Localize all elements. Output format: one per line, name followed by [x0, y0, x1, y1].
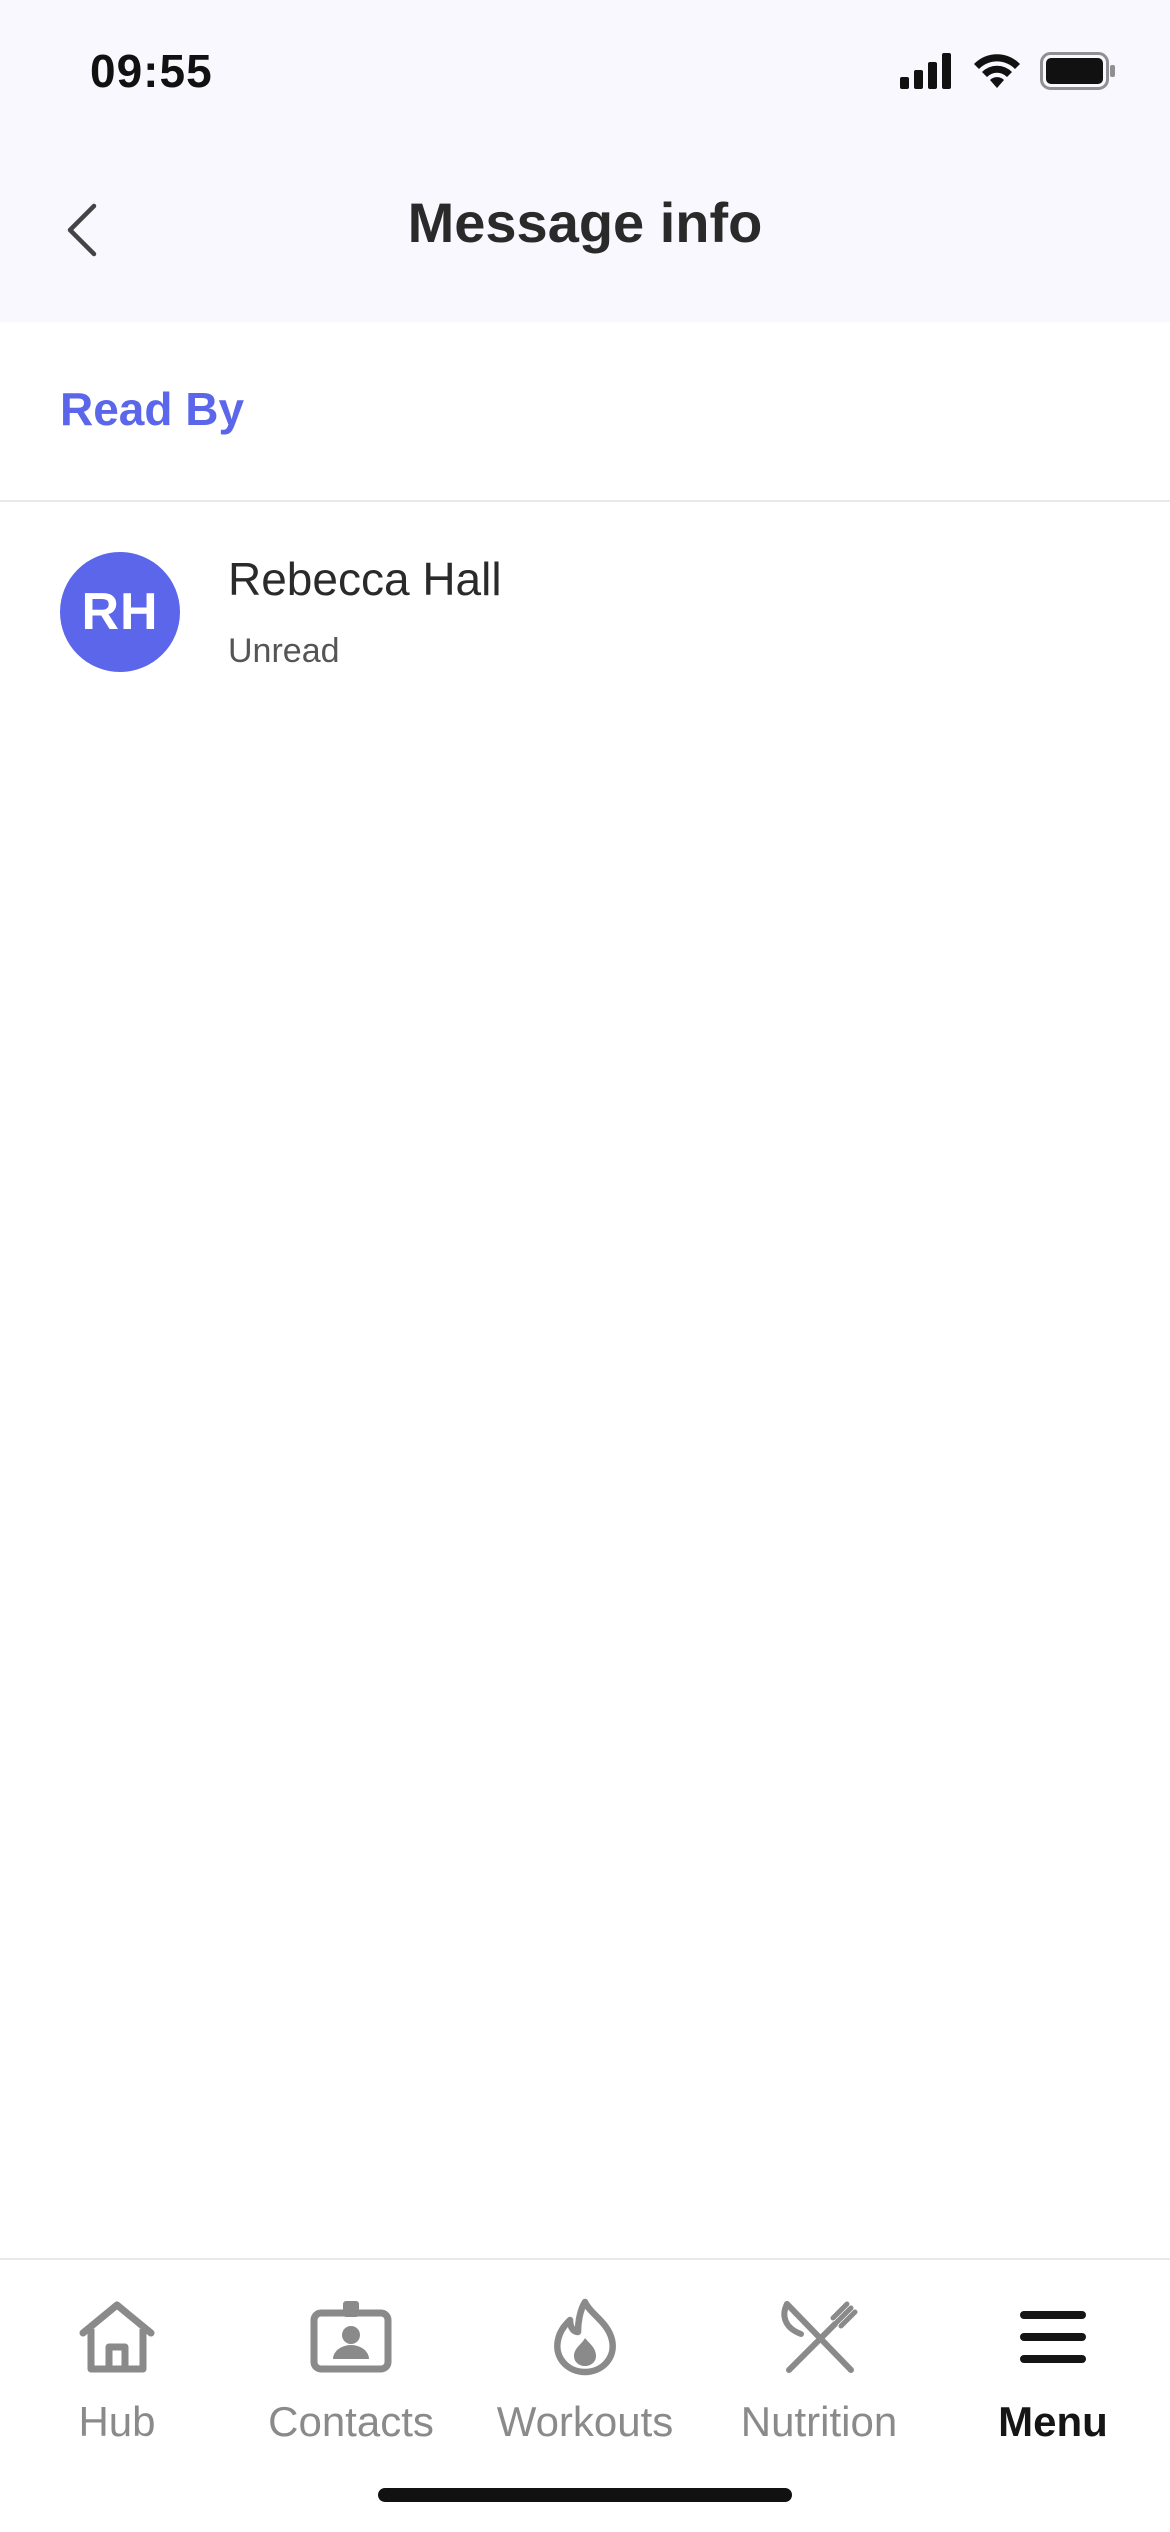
- section-divider: [0, 500, 1170, 502]
- hamburger-menu-icon: [1008, 2292, 1098, 2382]
- reader-status: Unread: [228, 632, 340, 670]
- section-title-read-by: Read By: [60, 383, 245, 435]
- nav-item-hub[interactable]: Hub: [0, 2292, 234, 2446]
- wifi-icon: [972, 52, 1022, 95]
- nav-item-menu[interactable]: Menu: [936, 2292, 1170, 2446]
- fork-knife-icon: [774, 2292, 864, 2382]
- page-title: Message info: [407, 191, 763, 254]
- flame-icon: [540, 2292, 630, 2382]
- battery-icon: [1040, 52, 1116, 95]
- nav-label-menu: Menu: [998, 2398, 1108, 2445]
- nav-item-contacts[interactable]: Contacts: [234, 2292, 468, 2446]
- nav-item-nutrition[interactable]: Nutrition: [702, 2292, 936, 2446]
- contact-card-icon: [306, 2292, 396, 2382]
- home-indicator: [378, 2488, 792, 2502]
- nav-label-hub: Hub: [78, 2398, 156, 2445]
- status-time: 09:55: [90, 45, 213, 97]
- nav-label-workouts: Workouts: [496, 2398, 674, 2445]
- nav-label-contacts: Contacts: [268, 2398, 434, 2445]
- nav-item-workouts[interactable]: Workouts: [468, 2292, 702, 2446]
- avatar: RH: [60, 552, 180, 672]
- reader-name: Rebecca Hall: [228, 553, 502, 605]
- status-icons: [900, 52, 1116, 95]
- reader-list-item[interactable]: RH Rebecca Hall Unread: [0, 508, 1170, 708]
- top-bar: 09:55 Message info: [0, 0, 1170, 322]
- message-info-screen: 09:55 Message info Read By RH Rebecca Ha…: [0, 0, 1170, 2532]
- nav-label-nutrition: Nutrition: [740, 2398, 898, 2445]
- home-icon: [72, 2292, 162, 2382]
- cellular-signal-icon: [900, 53, 954, 94]
